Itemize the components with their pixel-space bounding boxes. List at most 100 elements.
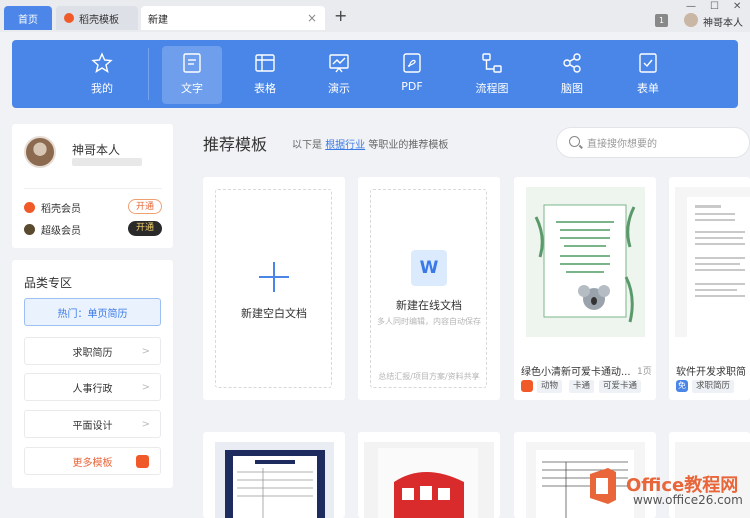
title-bar: 首页 稻壳模板 新建 × + 1 神哥本人 — ☐ ✕ <box>0 0 750 32</box>
tab-new[interactable]: 新建 × <box>141 6 325 30</box>
toolbar-mindmap-label: 脑图 <box>561 82 583 95</box>
template-card[interactable]: 绿色小清新可爱卡通动... 1页 动物 卡通 可爱卡通 <box>514 177 656 400</box>
star-icon <box>91 52 113 74</box>
member-label: 超级会员 <box>41 225 81 237</box>
docer-logo-icon <box>136 455 149 468</box>
member-label: 稻壳会员 <box>41 203 81 215</box>
super-vip-icon <box>24 223 35 235</box>
new-online-label: 新建在线文档 <box>396 299 462 312</box>
desc-suffix: 等职业的推荐模板 <box>368 140 449 151</box>
festival-poster-illustration <box>378 448 478 518</box>
toolbar-text-label: 文字 <box>181 82 203 95</box>
template-thumbnail <box>526 187 645 337</box>
toolbar-mine[interactable]: 我的 <box>72 46 132 104</box>
watermark-url: www.office26.com <box>633 493 743 507</box>
page-title: 推荐模板 <box>203 135 268 154</box>
divider <box>24 188 162 189</box>
more-templates-button[interactable]: 更多模板 <box>24 447 161 475</box>
category-label: 热门：单页简历 <box>57 308 128 320</box>
template-thumbnail <box>215 442 334 518</box>
koala-card-illustration <box>534 204 636 323</box>
toolbar-sheet-label: 表格 <box>254 82 276 95</box>
category-label: 求职简历 <box>72 347 113 359</box>
template-name: 软件开发求职简 <box>676 367 746 378</box>
docer-logo-icon <box>64 13 74 23</box>
open-docer-vip-button[interactable]: 开通 <box>128 199 162 214</box>
user-card: 神哥本人 稻壳会员 开通 超级会员 开通 <box>12 124 173 248</box>
new-online-subtitle: 多人同时编辑，内容自动保存 <box>377 317 481 326</box>
category-item-job-resume[interactable]: 求职简历 > <box>24 337 161 365</box>
tab-home-label: 首页 <box>18 14 38 26</box>
toolbar-form-label: 表单 <box>637 82 659 95</box>
toolbar-mine-label: 我的 <box>91 82 113 95</box>
add-tab-button[interactable]: + <box>334 8 347 24</box>
toolbar-form[interactable]: 表单 <box>618 46 678 104</box>
flowchart-icon <box>482 53 502 73</box>
category-item-graphic-design[interactable]: 平面设计 > <box>24 410 161 438</box>
user-id-blurred <box>72 158 142 166</box>
member-row-super: 超级会员 开通 <box>24 219 162 239</box>
free-badge: 免 <box>676 380 688 392</box>
search-placeholder: 直接搜你想要的 <box>587 139 657 150</box>
template-card[interactable]: 软件开发求职简 免 求职简历 <box>669 177 750 400</box>
category-item-hot-resume[interactable]: 热门：单页简历 <box>24 298 161 326</box>
template-thumbnail <box>364 442 494 518</box>
tab-docer-templates[interactable]: 稻壳模板 <box>56 6 138 30</box>
template-tag[interactable]: 可爱卡通 <box>599 380 642 393</box>
toolbar-text[interactable]: 文字 <box>162 46 222 104</box>
template-tag[interactable]: 卡通 <box>569 380 595 393</box>
toolbar-flowchart[interactable]: 流程图 <box>462 46 522 104</box>
category-item-hr-admin[interactable]: 人事行政 > <box>24 373 161 401</box>
industry-link[interactable]: 根据行业 <box>325 140 365 151</box>
minimize-button[interactable]: — <box>686 1 696 12</box>
category-label: 人事行政 <box>72 383 113 395</box>
category-label: 平面设计 <box>72 420 113 432</box>
template-pages: 1页 <box>637 367 652 377</box>
plus-icon <box>273 262 275 292</box>
template-name: 绿色小清新可爱卡通动... <box>521 367 631 378</box>
toolbar-pdf[interactable]: PDF <box>382 46 442 104</box>
tab-docer-label: 稻壳模板 <box>79 14 119 26</box>
avatar[interactable] <box>24 136 56 168</box>
office-logo-icon <box>590 468 616 504</box>
resume-illustration <box>687 197 750 337</box>
page-description: 以下是 根据行业 等职业的推荐模板 <box>292 136 448 151</box>
title-user-name[interactable]: 神哥本人 <box>703 14 743 29</box>
meeting-record-illustration <box>225 450 325 518</box>
avatar[interactable] <box>684 13 698 27</box>
user-name[interactable]: 神哥本人 <box>72 141 120 158</box>
search-input[interactable]: 直接搜你想要的 <box>556 127 750 158</box>
category-label: 更多模板 <box>72 457 113 469</box>
open-super-vip-button[interactable]: 开通 <box>128 221 162 236</box>
template-card[interactable] <box>203 432 345 518</box>
document-type-toolbar: 我的 文字 表格 演示 PDF 流程图 脑图 表单 <box>12 40 738 108</box>
tab-home[interactable]: 首页 <box>4 6 52 30</box>
presentation-icon <box>329 54 349 73</box>
new-blank-document-card[interactable]: 新建空白文档 <box>203 177 345 400</box>
new-blank-label: 新建空白文档 <box>241 307 307 320</box>
notification-badge[interactable]: 1 <box>655 14 668 27</box>
toolbar-pdf-label: PDF <box>401 80 423 93</box>
desc-prefix: 以下是 <box>292 140 322 151</box>
word-icon: W <box>411 250 447 286</box>
close-icon[interactable]: × <box>307 11 317 25</box>
maximize-button[interactable]: ☐ <box>710 1 719 12</box>
category-title: 品类专区 <box>24 276 73 290</box>
member-row-docer: 稻壳会员 开通 <box>24 197 162 217</box>
template-tag[interactable]: 动物 <box>537 380 563 393</box>
chevron-right-icon: > <box>141 419 150 430</box>
table-icon <box>255 54 275 72</box>
toolbar-presentation-label: 演示 <box>328 82 350 95</box>
template-tag[interactable]: 求职简历 <box>692 380 735 393</box>
close-window-button[interactable]: ✕ <box>733 1 741 12</box>
toolbar-divider <box>148 48 149 100</box>
new-online-document-card[interactable]: 新建在线文档 多人同时编辑，内容自动保存 总结汇报/项目方案/资料共享 <box>358 177 500 400</box>
mindmap-icon <box>563 53 581 73</box>
tab-new-label: 新建 <box>148 14 168 26</box>
toolbar-presentation[interactable]: 演示 <box>309 46 369 104</box>
toolbar-mindmap[interactable]: 脑图 <box>542 46 602 104</box>
new-online-footer: 总结汇报/项目方案/资料共享 <box>378 372 480 381</box>
template-card[interactable] <box>358 432 500 518</box>
pdf-icon <box>403 53 421 73</box>
toolbar-sheet[interactable]: 表格 <box>235 46 295 104</box>
